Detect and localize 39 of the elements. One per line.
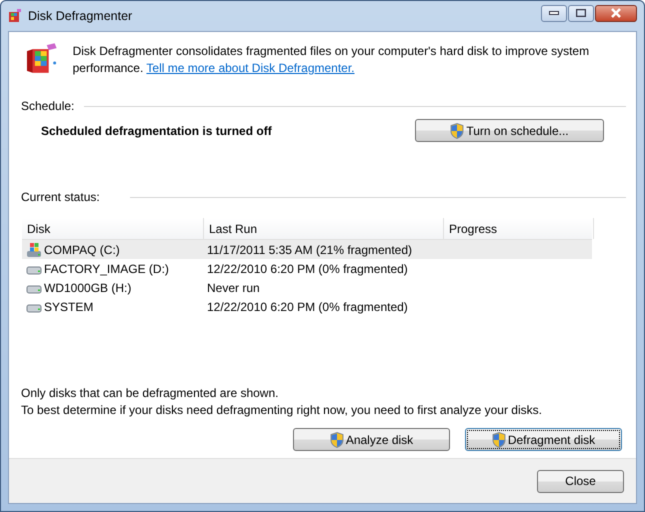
- column-header[interactable]: Progress: [444, 218, 594, 239]
- close-icon: [610, 8, 622, 18]
- schedule-status: Scheduled defragmentation is turned off: [41, 124, 273, 138]
- disk-row[interactable]: SYSTEM 12/22/2010 6:20 PM (0% fragmented): [22, 297, 592, 316]
- last-run-cell-text: 11/17/2011 5:35 AM (21% fragmented): [206, 242, 414, 256]
- section-label: Schedule:: [21, 99, 74, 113]
- disk-name: COMPAQ (C:): [44, 242, 120, 256]
- column-header[interactable]: Disk: [22, 218, 204, 239]
- note-text: To best determine if your disks need defragmenting right now, you need to first analyze your disks.: [21, 403, 543, 418]
- description-text: Disk Defragmenter consolidates fragmented files on your computer's hard disk to improve system performance. Tell me more about Disk Defragmenter.: [72, 43, 590, 77]
- shield-icon: [492, 432, 506, 448]
- minimize-button[interactable]: [541, 4, 567, 22]
- defragmenter-icon: [8, 9, 22, 23]
- disk-action-button[interactable]: Defragment disk: [465, 428, 622, 451]
- defragmenter-icon: [25, 43, 59, 75]
- minimize-icon: [549, 11, 559, 15]
- last-run-cell-text: 12/22/2010 6:20 PM (0% fragmented): [206, 300, 409, 314]
- last-run-cell-text: Never run: [206, 280, 261, 294]
- disk-name: FACTORY_IMAGE (D:): [44, 262, 169, 276]
- shield-icon: [450, 122, 464, 138]
- turn-on-schedule-button[interactable]: Turn on schedule...: [415, 119, 604, 142]
- column-header[interactable]: Last Run: [204, 218, 444, 239]
- maximize-button[interactable]: [568, 4, 594, 22]
- shield-icon: [330, 432, 344, 448]
- learn-more-link[interactable]: Tell me more about Disk Defragmenter.: [146, 61, 355, 75]
- disk-name: WD1000GB (H:): [44, 280, 132, 294]
- disk-name: SYSTEM: [44, 300, 94, 314]
- disk-row[interactable]: COMPAQ (C:) 11/17/2011 5:35 AM (21% fragmented): [22, 240, 592, 259]
- windows-drive-icon: [26, 242, 42, 258]
- section-label: Current status:: [21, 190, 100, 204]
- disk-action-button[interactable]: Analyze disk: [293, 428, 450, 451]
- disk-row[interactable]: WD1000GB (H:) Never run: [22, 278, 592, 297]
- last-run-cell-text: 12/22/2010 6:20 PM (0% fragmented): [206, 262, 409, 276]
- close-dialog-button[interactable]: Close: [537, 470, 624, 492]
- disk-row[interactable]: FACTORY_IMAGE (D:) 12/22/2010 6:20 PM (0% fragmented): [22, 259, 592, 278]
- window-title: Disk Defragmenter: [28, 9, 132, 23]
- close-button[interactable]: [595, 4, 637, 22]
- note-text: Only disks that can be defragmented are shown.: [21, 386, 280, 401]
- maximize-icon: [576, 9, 586, 17]
